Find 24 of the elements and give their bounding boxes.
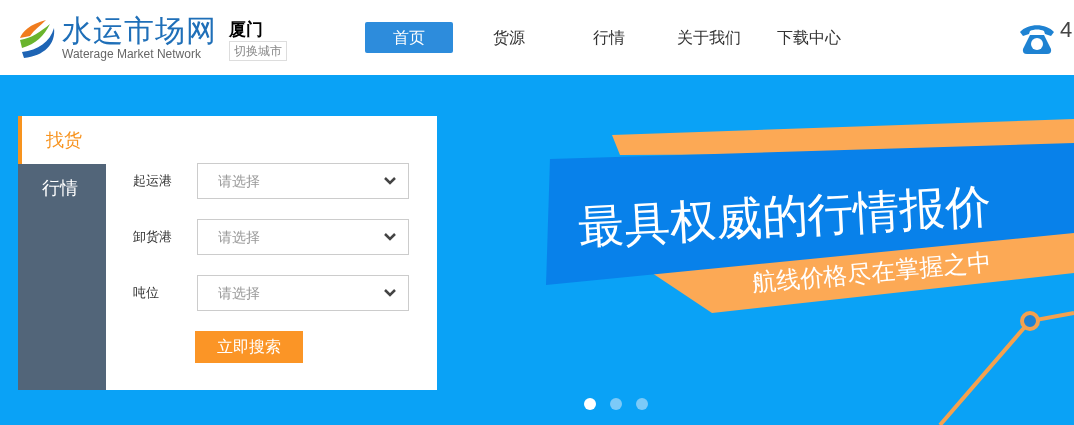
field-label: 卸货港 bbox=[133, 228, 173, 247]
phone-number: 4 bbox=[1060, 15, 1074, 44]
search-tab[interactable]: 行情 bbox=[18, 164, 106, 212]
logo-subtitle: Waterage Market Network bbox=[62, 46, 202, 61]
search-tab[interactable]: 找货 bbox=[18, 116, 106, 164]
city-name: 厦门 bbox=[229, 20, 264, 40]
banner-subline: 航线价格尽在掌握之中 bbox=[750, 247, 993, 298]
nav-link[interactable]: 首页 bbox=[365, 22, 453, 53]
select-field[interactable]: 请选择 bbox=[197, 163, 409, 199]
nav-link[interactable]: 行情 bbox=[565, 22, 653, 53]
chevron-down-icon bbox=[384, 233, 396, 241]
select-field[interactable]: 请选择 bbox=[197, 275, 409, 311]
phone-icon bbox=[1018, 22, 1056, 55]
switch-city-button[interactable]: 切换城市 bbox=[229, 41, 287, 61]
field-label: 吨位 bbox=[133, 284, 160, 303]
nav-link[interactable]: 关于我们 bbox=[665, 22, 753, 53]
field-label: 起运港 bbox=[133, 172, 173, 191]
chevron-down-icon bbox=[384, 289, 396, 297]
select-field[interactable]: 请选择 bbox=[197, 219, 409, 255]
logo-title: 水运市场网 bbox=[62, 14, 217, 47]
chevron-down-icon bbox=[384, 177, 396, 185]
search-button[interactable]: 立即搜索 bbox=[195, 331, 303, 363]
nav-link[interactable]: 货源 bbox=[465, 22, 553, 53]
nav-link[interactable]: 下载中心 bbox=[765, 22, 853, 53]
